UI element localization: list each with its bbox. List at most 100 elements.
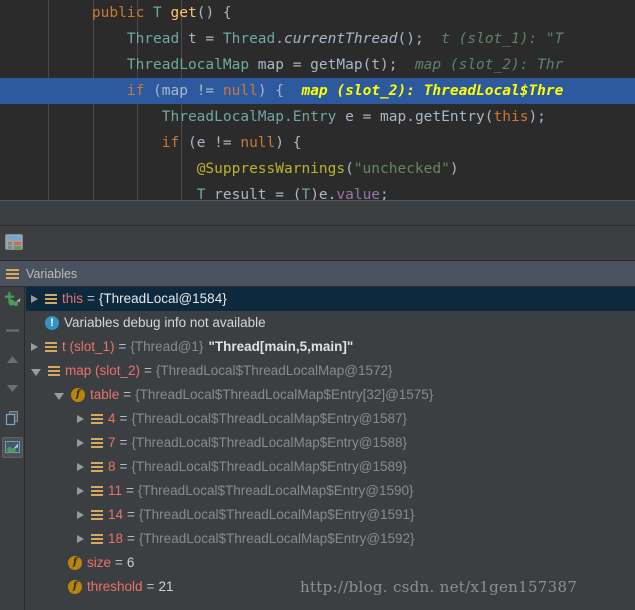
equals-sign: = [118,339,127,354]
move-down-icon[interactable] [2,378,23,399]
code-token: if [161,135,180,151]
code-line[interactable]: @SuppressWarnings("unchecked") [0,156,635,182]
chevron-right-icon[interactable] [77,487,84,495]
add-watch-icon[interactable] [2,289,23,310]
variable-reference: {ThreadLocal$ThreadLocalMap$Entry@1589} [131,459,408,474]
variable-reference: {Thread@1} [130,339,204,354]
chevron-down-icon[interactable] [31,368,41,376]
chevron-right-icon[interactable] [77,415,84,423]
variable-reference: {ThreadLocal$ThreadLocalMap$Entry@1588} [131,435,408,450]
chevron-right-icon[interactable] [77,535,84,543]
variables-row[interactable]: 18 = {ThreadLocal$ThreadLocalMap$Entry@159… [26,527,635,551]
field-icon: f [68,556,82,570]
code-token: T [301,187,311,200]
equals-sign: = [144,363,152,378]
variables-row[interactable]: t (slot_1) = {Thread@1} "Thread[main,5,main… [26,335,635,359]
code-token: ( [345,161,354,177]
variable-reference: {ThreadLocal$ThreadLocalMap$Entry@1591} [138,507,415,522]
variables-row[interactable]: 8 = {ThreadLocal$ThreadLocalMap$Entry@1589… [26,455,635,479]
code-token: result = ( [205,187,302,200]
chevron-right-icon[interactable] [31,295,38,303]
copy-icon[interactable] [2,408,23,429]
chevron-right-icon[interactable] [77,511,84,519]
variables-row[interactable]: ! Variables debug info not available [26,311,635,335]
code-editor[interactable]: public T get() { Thread t = Thread.curre… [0,0,635,200]
variables-row[interactable]: 7 = {ThreadLocal$ThreadLocalMap$Entry@1588… [26,431,635,455]
equals-sign: = [126,483,134,498]
chevron-right-icon[interactable] [77,463,84,471]
inspect-icon[interactable] [2,437,23,458]
debugger-toolbar-strip[interactable] [0,226,635,261]
code-token: getEntry [414,109,485,125]
variable-name: 11 [108,483,123,498]
move-up-icon[interactable] [2,349,23,370]
code-token: @SuppressWarnings [196,161,346,177]
code-line[interactable]: public T get() { [0,0,635,26]
chevron-right-icon[interactable] [31,343,38,351]
code-line-text: if (map != null) { map (slot_2): ThreadL… [49,83,564,99]
code-line[interactable]: ThreadLocalMap.Entry e = map.getEntry(th… [0,104,635,130]
variables-tree[interactable]: this = {ThreadLocal@1584}! Variables debug … [26,287,635,610]
variable-icon [91,534,103,544]
code-token: currentThread [284,31,398,47]
variable-name: size [87,555,112,570]
code-token: ); [528,109,546,125]
variable-icon [91,510,103,520]
code-line[interactable]: if (map != null) { map (slot_2): ThreadL… [0,78,635,104]
code-token: T [153,5,162,21]
variable-icon [48,366,60,376]
code-token: . [275,31,285,47]
calculator-icon[interactable] [5,234,23,250]
code-token: Thread [126,31,180,47]
variable-name: t (slot_1) [62,339,115,354]
code-line-text: ThreadLocalMap.Entry e = map.getEntry(th… [49,109,546,125]
minus-glyph [6,329,19,332]
calculator-key [8,246,12,249]
code-line[interactable]: if (e != null) { [0,130,635,156]
code-line[interactable]: T result = (T)e.value; [0,182,635,200]
variables-row[interactable]: map (slot_2) = {ThreadLocal$ThreadLocalMap… [26,359,635,383]
code-line-text: ThreadLocalMap map = getMap(t); map (slo… [49,57,564,73]
variables-row[interactable]: this = {ThreadLocal@1584} [26,287,635,311]
code-token: t = [179,31,223,47]
variables-row[interactable]: f table = {ThreadLocal$ThreadLocalMap$Entry… [26,383,635,407]
variables-sidebar-toolbar[interactable] [0,287,25,610]
variable-name: table [90,387,120,402]
watermark-text: http://blog. csdn. net/x1gen157387 [300,578,578,596]
add-watch-glyph [5,292,21,307]
variable-reference: {ThreadLocal$ThreadLocalMap$Entry@1592} [138,531,415,546]
variables-row[interactable]: 14 = {ThreadLocal$ThreadLocalMap$Entry@159… [26,503,635,527]
code-token: getMap [310,57,363,73]
variables-row[interactable]: 4 = {ThreadLocal$ThreadLocalMap$Entry@1587… [26,407,635,431]
equals-sign: = [119,459,128,474]
code-line-text: public T get() { [49,5,232,21]
code-token: null [240,135,276,151]
variable-name: 14 [108,507,124,522]
code-token: e = map. [336,109,415,125]
code-token: ( [484,109,494,125]
tab-variables[interactable]: Variables [0,261,87,287]
code-token: null [222,83,258,99]
field-icon: f [68,580,82,594]
variable-reference: {ThreadLocal$ThreadLocalMap$Entry@1590} [137,483,414,498]
variables-row[interactable]: f size = 6 [26,551,635,575]
calculator-key [14,242,21,245]
code-line[interactable]: Thread t = Thread.currentThread(); t (sl… [0,26,635,52]
code-token: ) { [275,135,302,151]
code-line-text: T result = (T)e.value; [49,187,389,200]
code-token: public [91,5,145,21]
variables-row[interactable]: 11 = {ThreadLocal$ThreadLocalMap$Entry@159… [26,479,635,503]
variable-name: 8 [108,459,116,474]
remove-watch-icon[interactable] [2,320,23,341]
variable-icon [91,462,103,472]
variable-icon [91,438,103,448]
chevron-down-icon[interactable] [54,392,64,400]
code-token: "unchecked" [353,161,450,177]
chevron-right-icon[interactable] [77,439,84,447]
variable-name: 7 [108,435,116,450]
variables-panel: this = {ThreadLocal@1584}! Variables debug … [0,287,635,610]
code-line[interactable]: ThreadLocalMap map = getMap(t); map (slo… [0,52,635,78]
code-token: ThreadLocalMap [126,57,250,73]
variable-string-value: "Thread[main,5,main]" [208,339,354,354]
variable-icon [91,486,103,496]
